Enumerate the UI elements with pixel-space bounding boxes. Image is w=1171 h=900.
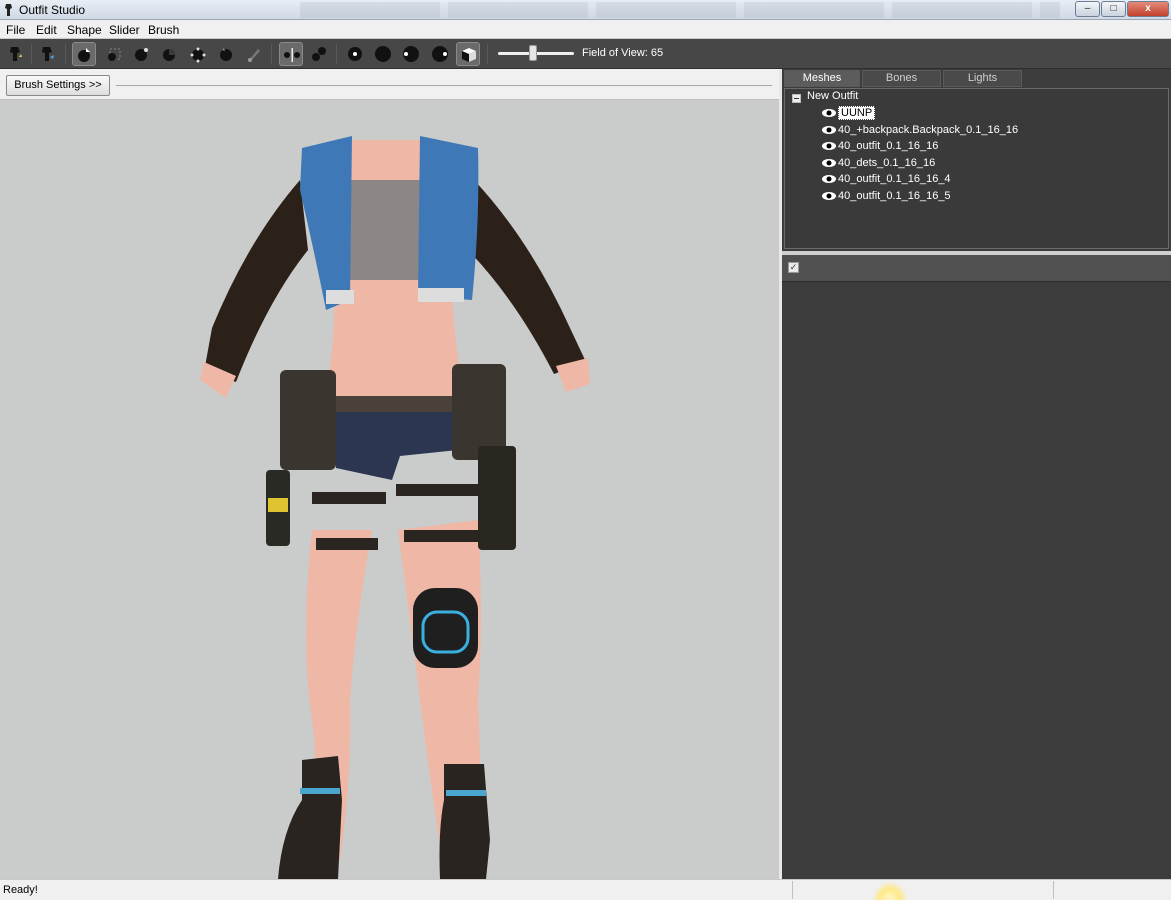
- maximize-button[interactable]: □: [1101, 1, 1126, 17]
- undiff-brush-icon[interactable]: [214, 42, 238, 66]
- menu-brush[interactable]: Brush: [148, 23, 179, 37]
- visibility-eye-icon[interactable]: [822, 191, 836, 201]
- slider-checkbox[interactable]: ✓: [788, 262, 799, 273]
- outfit-model: [200, 136, 590, 879]
- brush-size-1-icon[interactable]: [343, 42, 367, 66]
- mesh-item-label: 40_outfit_0.1_16_16_5: [838, 190, 951, 202]
- left-thigh-strap: [312, 492, 386, 504]
- right-sleeve: [468, 180, 586, 374]
- mesh-item-label: 40_dets_0.1_16_16: [838, 157, 936, 169]
- toolbar-separator: [336, 44, 337, 64]
- connected-icon[interactable]: [307, 42, 331, 66]
- brush-size-4-icon[interactable]: [428, 42, 452, 66]
- mesh-item-label: UUNP: [838, 106, 876, 120]
- status-separator: [792, 881, 793, 899]
- left-boot: [278, 756, 342, 879]
- inflate-brush-icon[interactable]: [130, 42, 154, 66]
- deflate-brush-icon[interactable]: [157, 42, 181, 66]
- right-boot-strap: [446, 790, 486, 796]
- brush-settings-button[interactable]: Brush Settings >>: [6, 75, 110, 96]
- background-taskbar-strip: [300, 2, 1060, 18]
- right-thigh-strap: [396, 484, 480, 496]
- mesh-item-label: 40_outfit_0.1_16_16: [838, 140, 939, 152]
- tab-bones[interactable]: Bones: [862, 70, 941, 87]
- visibility-eye-icon[interactable]: [822, 125, 836, 135]
- weight-brush-icon[interactable]: [243, 42, 267, 66]
- window-title: Outfit Studio: [19, 3, 86, 17]
- jacket-right-cuff: [418, 288, 464, 302]
- field-of-view-label: Field of View: 65: [582, 47, 664, 59]
- left-thigh-strap-lower: [316, 538, 378, 550]
- select-brush-icon[interactable]: [4, 42, 28, 66]
- brush-size-2-icon[interactable]: [371, 42, 395, 66]
- belt: [336, 396, 456, 412]
- app-icon: [5, 4, 12, 16]
- right-thigh-strap-lower: [404, 530, 480, 542]
- menu-slider[interactable]: Slider: [109, 23, 140, 37]
- toolbar-separator: [65, 44, 66, 64]
- mesh-item-label: 40_+backpack.Backpack_0.1_16_16: [838, 124, 1019, 136]
- tab-meshes[interactable]: Meshes: [784, 70, 860, 87]
- grenade-label: [268, 498, 288, 512]
- slider-header: [782, 255, 1171, 282]
- mesh-item-label: 40_outfit_0.1_16_16_4: [838, 173, 951, 185]
- left-boot-strap: [300, 788, 340, 794]
- title-bar: Outfit Studio – □ x: [0, 0, 1171, 20]
- status-separator: [1053, 881, 1054, 899]
- mask-brush-icon[interactable]: [103, 42, 127, 66]
- field-of-view-slider-thumb[interactable]: [529, 45, 537, 61]
- tree-root-label[interactable]: New Outfit: [807, 90, 858, 102]
- right-thigh-pouch: [478, 446, 516, 550]
- menu-file[interactable]: File: [6, 23, 25, 37]
- move-brush-icon[interactable]: [72, 42, 96, 66]
- toolbar-separator: [487, 44, 488, 64]
- visibility-eye-icon[interactable]: [822, 158, 836, 168]
- close-button[interactable]: x: [1127, 1, 1169, 17]
- right-holster: [452, 364, 506, 460]
- menu-edit[interactable]: Edit: [36, 23, 57, 37]
- status-text: Ready!: [3, 884, 38, 896]
- toolbar-separator: [271, 44, 272, 64]
- minimize-button[interactable]: –: [1075, 1, 1100, 17]
- status-bar: [0, 879, 1171, 900]
- left-sleeve: [204, 180, 308, 382]
- right-boot: [439, 764, 490, 879]
- brush-size-3-icon[interactable]: [399, 42, 423, 66]
- visibility-eye-icon[interactable]: [822, 108, 836, 118]
- toolbar-separator: [31, 44, 32, 64]
- jacket-left-cuff: [326, 290, 354, 304]
- left-holster: [280, 370, 336, 470]
- visibility-eye-icon[interactable]: [822, 141, 836, 151]
- mirror-x-icon[interactable]: [279, 42, 303, 66]
- tab-lights[interactable]: Lights: [943, 70, 1022, 87]
- smooth-brush-icon[interactable]: [186, 42, 210, 66]
- transform-icon[interactable]: [36, 42, 60, 66]
- cube-view-icon[interactable]: [456, 42, 480, 66]
- menu-shape[interactable]: Shape: [67, 23, 102, 37]
- 3d-viewport[interactable]: [0, 100, 779, 879]
- slider-list: [782, 282, 1171, 879]
- jacket-right-panel: [418, 136, 479, 300]
- tree-collapse-icon[interactable]: [792, 94, 801, 103]
- visibility-eye-icon[interactable]: [822, 174, 836, 184]
- brush-settings-line: [116, 85, 772, 86]
- menu-bar: File Edit Shape Slider Brush: [0, 20, 1171, 39]
- jacket-left-panel: [300, 136, 352, 310]
